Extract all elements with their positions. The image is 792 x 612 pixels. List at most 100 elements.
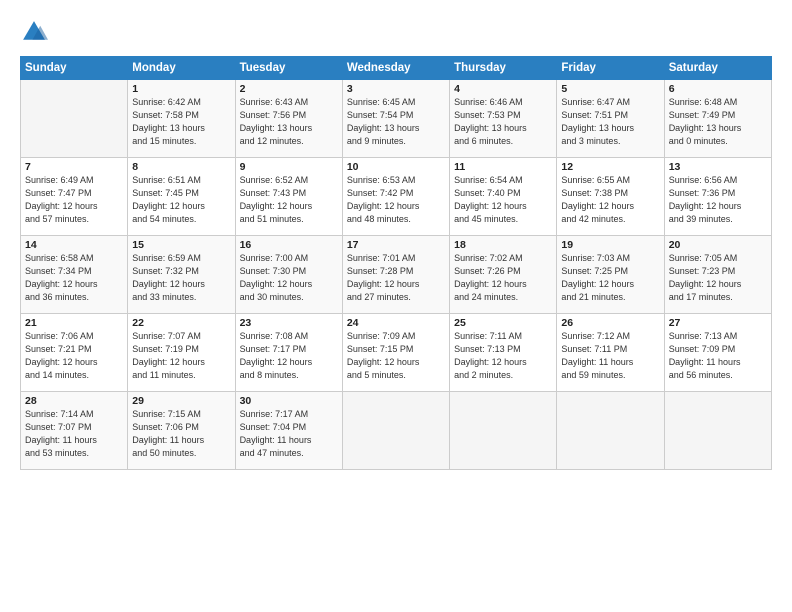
day-info: Sunrise: 7:13 AM Sunset: 7:09 PM Dayligh… [669,330,767,382]
day-number: 25 [454,317,552,329]
calendar-cell: 6Sunrise: 6:48 AM Sunset: 7:49 PM Daylig… [664,80,771,158]
day-info: Sunrise: 6:53 AM Sunset: 7:42 PM Dayligh… [347,174,445,226]
calendar-cell: 17Sunrise: 7:01 AM Sunset: 7:28 PM Dayli… [342,236,449,314]
day-info: Sunrise: 7:06 AM Sunset: 7:21 PM Dayligh… [25,330,123,382]
logo [20,18,52,46]
day-number: 4 [454,83,552,95]
calendar-cell: 9Sunrise: 6:52 AM Sunset: 7:43 PM Daylig… [235,158,342,236]
day-info: Sunrise: 7:00 AM Sunset: 7:30 PM Dayligh… [240,252,338,304]
calendar-cell [21,80,128,158]
calendar-cell: 20Sunrise: 7:05 AM Sunset: 7:23 PM Dayli… [664,236,771,314]
day-number: 29 [132,395,230,407]
calendar-cell: 12Sunrise: 6:55 AM Sunset: 7:38 PM Dayli… [557,158,664,236]
weekday-header-friday: Friday [557,57,664,80]
day-number: 8 [132,161,230,173]
calendar-cell: 16Sunrise: 7:00 AM Sunset: 7:30 PM Dayli… [235,236,342,314]
calendar-cell: 3Sunrise: 6:45 AM Sunset: 7:54 PM Daylig… [342,80,449,158]
day-info: Sunrise: 6:45 AM Sunset: 7:54 PM Dayligh… [347,96,445,148]
day-number: 30 [240,395,338,407]
calendar-cell: 15Sunrise: 6:59 AM Sunset: 7:32 PM Dayli… [128,236,235,314]
day-info: Sunrise: 6:43 AM Sunset: 7:56 PM Dayligh… [240,96,338,148]
calendar-cell: 24Sunrise: 7:09 AM Sunset: 7:15 PM Dayli… [342,314,449,392]
day-number: 15 [132,239,230,251]
calendar-cell: 4Sunrise: 6:46 AM Sunset: 7:53 PM Daylig… [450,80,557,158]
day-info: Sunrise: 7:17 AM Sunset: 7:04 PM Dayligh… [240,408,338,460]
calendar-cell: 1Sunrise: 6:42 AM Sunset: 7:58 PM Daylig… [128,80,235,158]
day-number: 19 [561,239,659,251]
day-info: Sunrise: 7:08 AM Sunset: 7:17 PM Dayligh… [240,330,338,382]
calendar-cell: 18Sunrise: 7:02 AM Sunset: 7:26 PM Dayli… [450,236,557,314]
day-info: Sunrise: 6:48 AM Sunset: 7:49 PM Dayligh… [669,96,767,148]
day-number: 7 [25,161,123,173]
weekday-header-sunday: Sunday [21,57,128,80]
day-info: Sunrise: 6:59 AM Sunset: 7:32 PM Dayligh… [132,252,230,304]
calendar-cell: 7Sunrise: 6:49 AM Sunset: 7:47 PM Daylig… [21,158,128,236]
day-info: Sunrise: 7:03 AM Sunset: 7:25 PM Dayligh… [561,252,659,304]
week-row-4: 21Sunrise: 7:06 AM Sunset: 7:21 PM Dayli… [21,314,772,392]
day-info: Sunrise: 6:56 AM Sunset: 7:36 PM Dayligh… [669,174,767,226]
day-number: 16 [240,239,338,251]
calendar-cell [557,392,664,470]
calendar-cell: 2Sunrise: 6:43 AM Sunset: 7:56 PM Daylig… [235,80,342,158]
day-info: Sunrise: 6:55 AM Sunset: 7:38 PM Dayligh… [561,174,659,226]
day-info: Sunrise: 7:11 AM Sunset: 7:13 PM Dayligh… [454,330,552,382]
day-info: Sunrise: 6:54 AM Sunset: 7:40 PM Dayligh… [454,174,552,226]
day-info: Sunrise: 7:15 AM Sunset: 7:06 PM Dayligh… [132,408,230,460]
week-row-5: 28Sunrise: 7:14 AM Sunset: 7:07 PM Dayli… [21,392,772,470]
calendar-cell: 14Sunrise: 6:58 AM Sunset: 7:34 PM Dayli… [21,236,128,314]
day-info: Sunrise: 7:05 AM Sunset: 7:23 PM Dayligh… [669,252,767,304]
day-number: 10 [347,161,445,173]
header [20,18,772,46]
calendar-cell: 29Sunrise: 7:15 AM Sunset: 7:06 PM Dayli… [128,392,235,470]
calendar-cell [664,392,771,470]
day-info: Sunrise: 6:49 AM Sunset: 7:47 PM Dayligh… [25,174,123,226]
day-number: 6 [669,83,767,95]
day-number: 5 [561,83,659,95]
day-number: 3 [347,83,445,95]
calendar-table: SundayMondayTuesdayWednesdayThursdayFrid… [20,56,772,470]
day-info: Sunrise: 6:46 AM Sunset: 7:53 PM Dayligh… [454,96,552,148]
calendar-cell: 5Sunrise: 6:47 AM Sunset: 7:51 PM Daylig… [557,80,664,158]
page: SundayMondayTuesdayWednesdayThursdayFrid… [0,0,792,612]
day-info: Sunrise: 7:01 AM Sunset: 7:28 PM Dayligh… [347,252,445,304]
week-row-1: 1Sunrise: 6:42 AM Sunset: 7:58 PM Daylig… [21,80,772,158]
day-number: 21 [25,317,123,329]
day-number: 11 [454,161,552,173]
day-info: Sunrise: 7:12 AM Sunset: 7:11 PM Dayligh… [561,330,659,382]
calendar-cell: 27Sunrise: 7:13 AM Sunset: 7:09 PM Dayli… [664,314,771,392]
calendar-cell: 22Sunrise: 7:07 AM Sunset: 7:19 PM Dayli… [128,314,235,392]
calendar-cell: 30Sunrise: 7:17 AM Sunset: 7:04 PM Dayli… [235,392,342,470]
day-number: 1 [132,83,230,95]
calendar-cell: 28Sunrise: 7:14 AM Sunset: 7:07 PM Dayli… [21,392,128,470]
weekday-header-saturday: Saturday [664,57,771,80]
day-number: 26 [561,317,659,329]
calendar-cell: 11Sunrise: 6:54 AM Sunset: 7:40 PM Dayli… [450,158,557,236]
calendar-cell: 10Sunrise: 6:53 AM Sunset: 7:42 PM Dayli… [342,158,449,236]
weekday-header-thursday: Thursday [450,57,557,80]
day-number: 20 [669,239,767,251]
weekday-header-monday: Monday [128,57,235,80]
day-info: Sunrise: 7:07 AM Sunset: 7:19 PM Dayligh… [132,330,230,382]
day-number: 28 [25,395,123,407]
day-info: Sunrise: 6:47 AM Sunset: 7:51 PM Dayligh… [561,96,659,148]
calendar-cell: 23Sunrise: 7:08 AM Sunset: 7:17 PM Dayli… [235,314,342,392]
calendar-cell: 21Sunrise: 7:06 AM Sunset: 7:21 PM Dayli… [21,314,128,392]
weekday-header-tuesday: Tuesday [235,57,342,80]
day-number: 14 [25,239,123,251]
day-number: 2 [240,83,338,95]
weekday-header-row: SundayMondayTuesdayWednesdayThursdayFrid… [21,57,772,80]
week-row-3: 14Sunrise: 6:58 AM Sunset: 7:34 PM Dayli… [21,236,772,314]
calendar-cell [450,392,557,470]
day-number: 18 [454,239,552,251]
weekday-header-wednesday: Wednesday [342,57,449,80]
day-number: 27 [669,317,767,329]
logo-icon [20,18,48,46]
day-number: 24 [347,317,445,329]
calendar-cell: 13Sunrise: 6:56 AM Sunset: 7:36 PM Dayli… [664,158,771,236]
day-number: 17 [347,239,445,251]
day-number: 23 [240,317,338,329]
week-row-2: 7Sunrise: 6:49 AM Sunset: 7:47 PM Daylig… [21,158,772,236]
day-info: Sunrise: 6:52 AM Sunset: 7:43 PM Dayligh… [240,174,338,226]
day-info: Sunrise: 6:51 AM Sunset: 7:45 PM Dayligh… [132,174,230,226]
day-number: 9 [240,161,338,173]
